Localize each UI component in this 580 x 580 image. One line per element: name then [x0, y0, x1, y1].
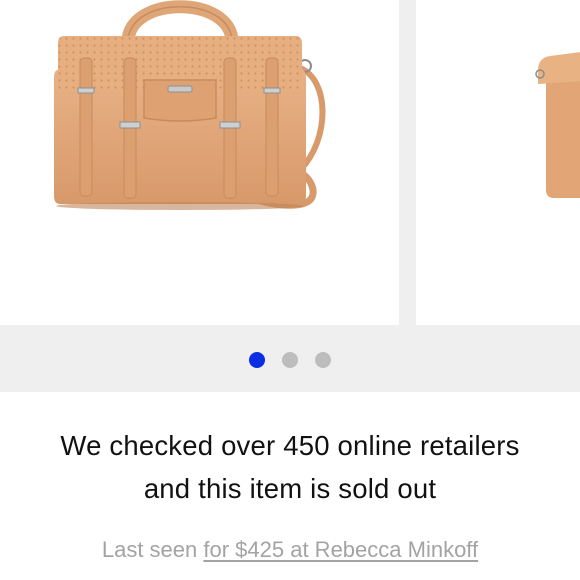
- sold-out-line-2: and this item is sold out: [143, 473, 437, 504]
- handbag-image: [54, 0, 326, 210]
- last-seen-label: Last seen: [101, 537, 204, 562]
- product-image-carousel[interactable]: [0, 0, 580, 392]
- product-page: We checked over 450 online retailers and…: [0, 0, 580, 580]
- carousel-pagination: [0, 351, 580, 369]
- carousel-slide-1[interactable]: [0, 0, 399, 325]
- carousel-dot-3[interactable]: [315, 352, 331, 368]
- sold-out-line-1: We checked over 450 online retailers: [60, 430, 520, 461]
- sold-out-message: We checked over 450 online retailers and…: [0, 424, 580, 510]
- carousel-dot-1[interactable]: [249, 352, 265, 368]
- carousel-dot-2[interactable]: [282, 352, 298, 368]
- last-seen-retailer-link[interactable]: for $425 at Rebecca Minkoff: [203, 537, 478, 562]
- handbag-image-next: [535, 52, 580, 198]
- last-seen-info: Last seen for $425 at Rebecca Minkoff: [0, 535, 580, 565]
- carousel-slide-2[interactable]: [416, 0, 580, 325]
